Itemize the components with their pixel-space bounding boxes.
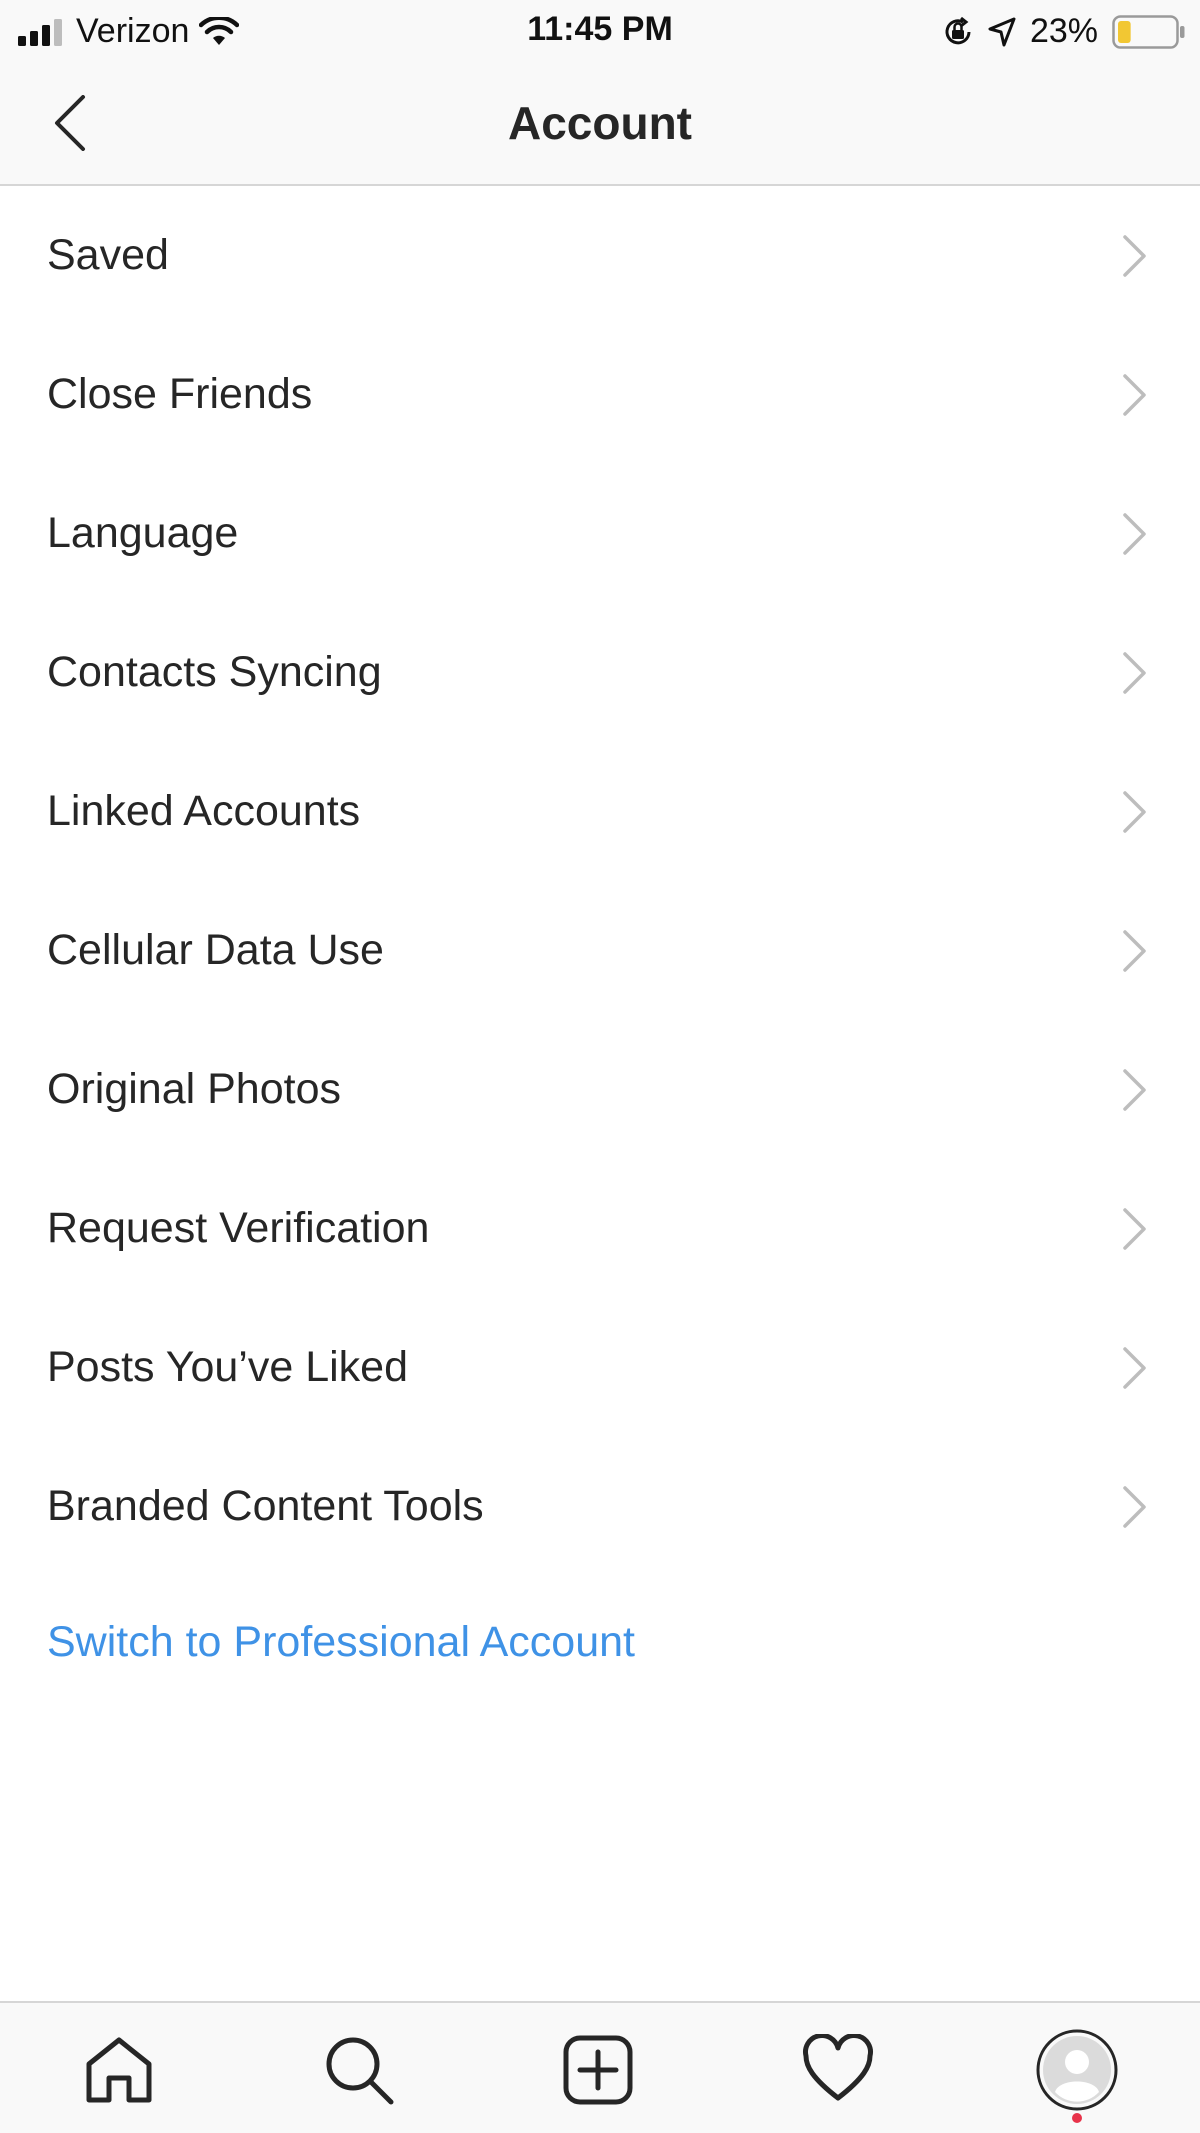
menu-item-saved[interactable]: Saved bbox=[0, 186, 1200, 325]
location-icon bbox=[988, 17, 1016, 46]
chevron-right-icon bbox=[1123, 1068, 1146, 1111]
menu-item-label: Branded Content Tools bbox=[47, 1482, 484, 1530]
menu-item-label: Language bbox=[47, 509, 239, 557]
menu-item-label: Saved bbox=[47, 231, 169, 279]
status-right: 23% bbox=[942, 12, 1186, 51]
search-icon bbox=[326, 2037, 394, 2105]
account-menu-list: Saved Close Friends Language Contacts Sy… bbox=[0, 186, 1200, 1576]
nav-header: Account bbox=[0, 60, 1200, 186]
battery-percent: 23% bbox=[1029, 12, 1098, 50]
menu-item-label: Close Friends bbox=[47, 370, 313, 418]
bottom-tab-bar bbox=[0, 2001, 1200, 2133]
chevron-right-icon bbox=[1123, 1346, 1146, 1389]
heart-icon bbox=[803, 2034, 873, 2101]
menu-item-label: Request Verification bbox=[47, 1204, 430, 1252]
notification-dot bbox=[1072, 2113, 1082, 2123]
menu-item-contacts-syncing[interactable]: Contacts Syncing bbox=[0, 603, 1200, 742]
chevron-right-icon bbox=[1123, 512, 1146, 555]
menu-item-label: Posts You’ve Liked bbox=[47, 1343, 408, 1391]
menu-item-language[interactable]: Language bbox=[0, 464, 1200, 603]
tab-search[interactable] bbox=[314, 2025, 404, 2115]
profile-avatar-icon bbox=[1036, 2029, 1118, 2111]
tab-home[interactable] bbox=[74, 2025, 164, 2115]
chevron-right-icon bbox=[1123, 234, 1146, 277]
menu-item-request-verification[interactable]: Request Verification bbox=[0, 1159, 1200, 1298]
menu-item-cellular-data-use[interactable]: Cellular Data Use bbox=[0, 881, 1200, 1020]
menu-item-posts-youve-liked[interactable]: Posts You’ve Liked bbox=[0, 1298, 1200, 1437]
chevron-right-icon bbox=[1123, 651, 1146, 694]
menu-item-close-friends[interactable]: Close Friends bbox=[0, 325, 1200, 464]
tab-profile[interactable] bbox=[1032, 2025, 1122, 2123]
menu-item-label: Contacts Syncing bbox=[47, 648, 382, 696]
menu-item-linked-accounts[interactable]: Linked Accounts bbox=[0, 742, 1200, 881]
menu-item-original-photos[interactable]: Original Photos bbox=[0, 1020, 1200, 1159]
page-title: Account bbox=[508, 97, 692, 149]
tab-new-post[interactable] bbox=[553, 2025, 643, 2115]
menu-item-label: Linked Accounts bbox=[47, 787, 361, 835]
rotation-lock-icon bbox=[945, 16, 971, 44]
menu-item-label: Cellular Data Use bbox=[47, 926, 384, 974]
menu-item-branded-content-tools[interactable]: Branded Content Tools bbox=[0, 1437, 1200, 1576]
chevron-right-icon bbox=[1123, 790, 1146, 833]
home-icon bbox=[86, 2037, 152, 2103]
chevron-right-icon bbox=[1123, 1485, 1146, 1528]
chevron-right-icon bbox=[1123, 929, 1146, 972]
chevron-right-icon bbox=[1123, 1207, 1146, 1250]
tab-activity[interactable] bbox=[793, 2025, 883, 2115]
battery-icon bbox=[1112, 14, 1185, 49]
add-post-icon bbox=[563, 2035, 633, 2105]
menu-item-label: Original Photos bbox=[47, 1065, 341, 1113]
status-bar: Verizon 11:45 PM 23% bbox=[0, 0, 1200, 60]
chevron-right-icon bbox=[1123, 373, 1146, 416]
switch-to-professional-link[interactable]: Switch to Professional Account bbox=[47, 1618, 635, 1667]
